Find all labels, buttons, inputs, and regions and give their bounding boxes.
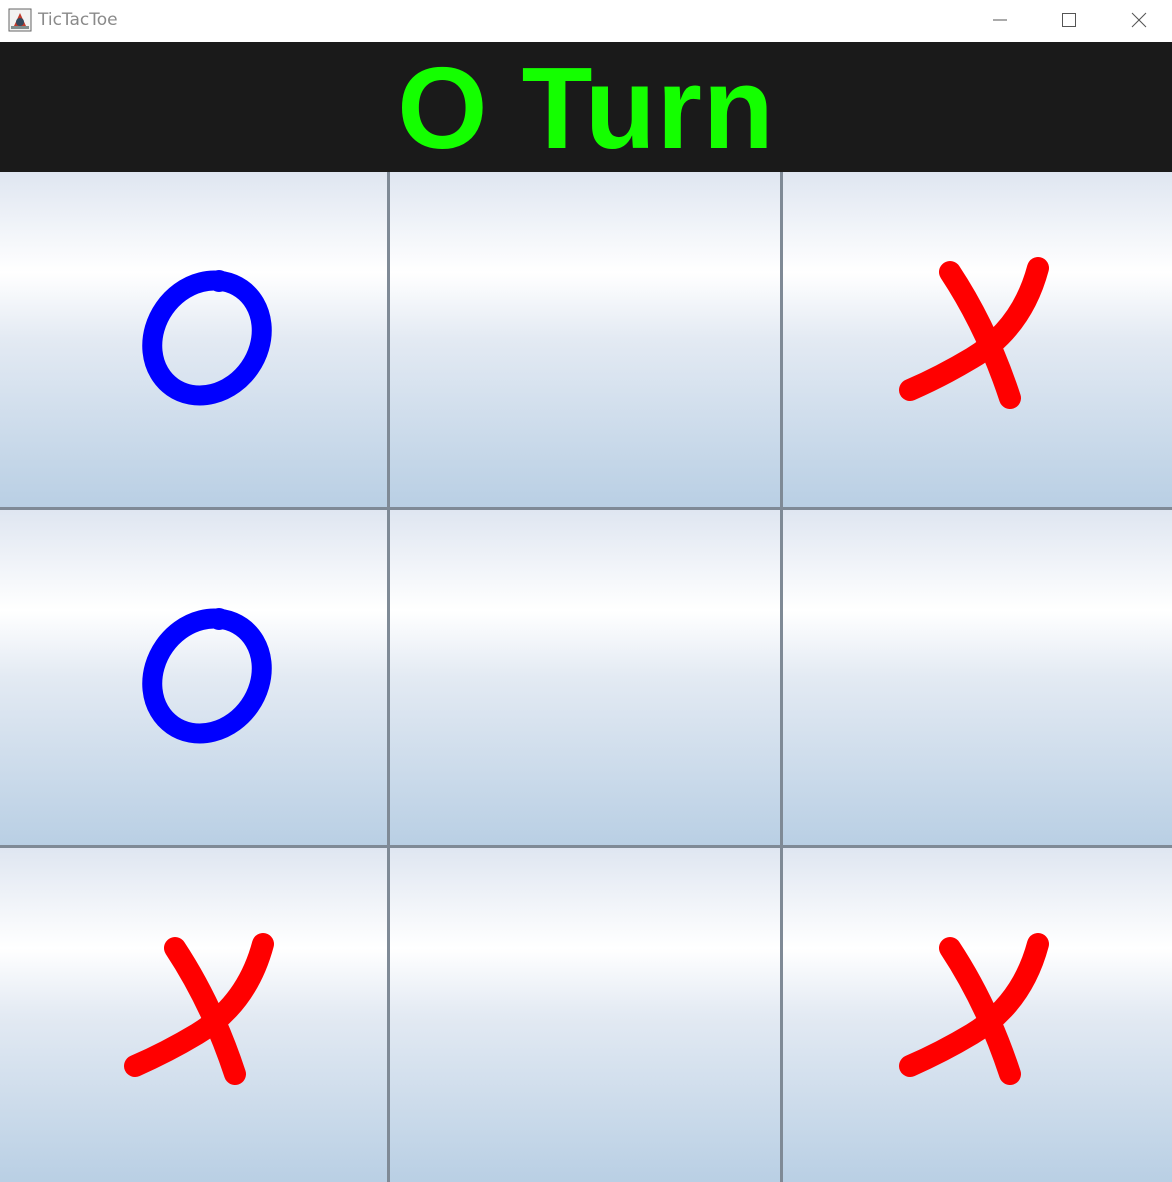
maximize-icon [1062,13,1076,27]
cell-0-1[interactable] [390,172,780,507]
window-title: TicTacToe [38,10,118,30]
cell-0-0[interactable] [0,172,387,507]
x-mark [899,933,1049,1085]
minimize-icon [993,19,1007,21]
cell-1-2[interactable] [783,510,1172,845]
o-mark [142,270,272,406]
cell-0-2[interactable] [783,172,1172,507]
x-mark [899,257,1049,409]
cell-1-1[interactable] [390,510,780,845]
close-icon [1131,12,1147,28]
title-bar: TicTacToe [0,0,1172,42]
turn-label: O Turn [397,43,775,173]
maximize-button[interactable] [1034,0,1104,40]
cell-2-2[interactable] [783,848,1172,1182]
turn-header: O Turn [0,42,1172,172]
game-board [0,172,1172,1182]
cell-1-0[interactable] [0,510,387,845]
close-button[interactable] [1104,0,1172,40]
x-mark [124,933,274,1085]
minimize-button[interactable] [965,0,1035,40]
cell-2-1[interactable] [390,848,780,1182]
java-app-icon [8,8,32,32]
cell-2-0[interactable] [0,848,387,1182]
o-mark [142,608,272,744]
